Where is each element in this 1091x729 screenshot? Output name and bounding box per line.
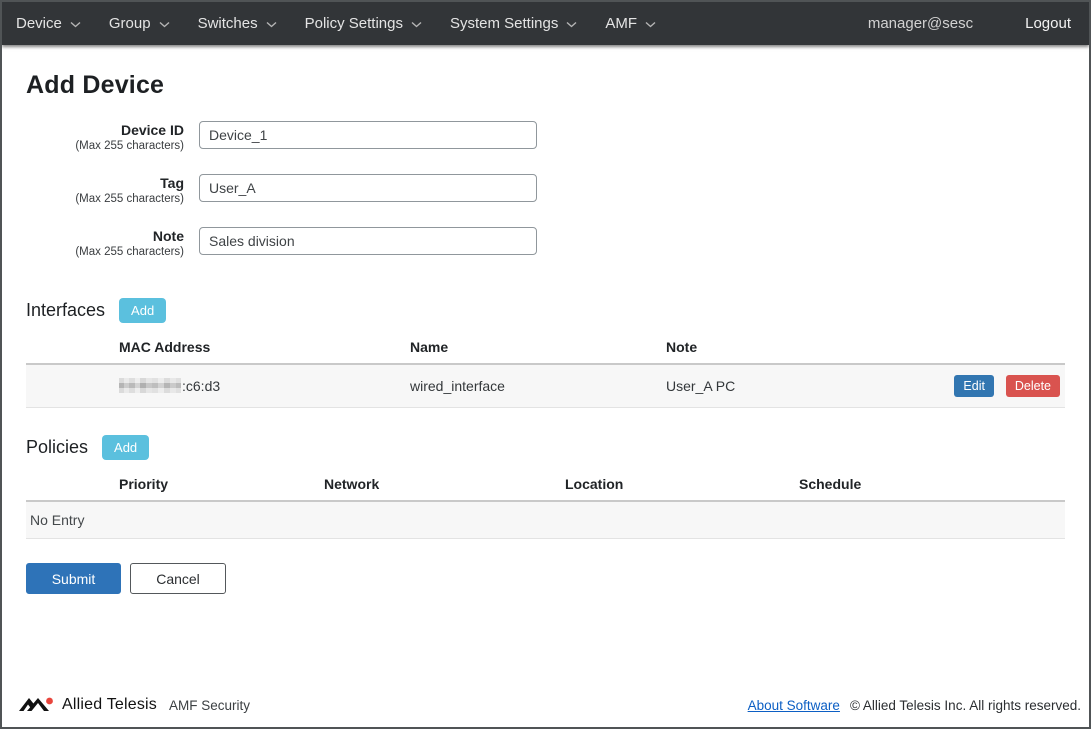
chevron-down-icon xyxy=(266,21,277,28)
allied-telesis-logo-icon xyxy=(18,695,54,715)
cancel-button[interactable]: Cancel xyxy=(130,563,226,594)
main-content: Add Device Device ID (Max 255 characters… xyxy=(2,45,1089,691)
nav-item-amf[interactable]: AMF xyxy=(591,2,670,45)
col-network: Network xyxy=(324,469,565,501)
device-id-field[interactable] xyxy=(199,121,537,149)
form-actions: Submit Cancel xyxy=(26,563,1065,594)
nav-item-label: Group xyxy=(109,15,151,32)
nav-item-label: AMF xyxy=(605,15,637,32)
mac-redacted-block xyxy=(119,378,181,393)
nav-item-label: Policy Settings xyxy=(305,15,403,32)
mac-suffix: :c6:d3 xyxy=(182,378,220,394)
col-note: Note xyxy=(666,332,919,364)
interface-delete-button[interactable]: Delete xyxy=(1006,375,1060,397)
col-name: Name xyxy=(410,332,666,364)
nav-menu: Device Group Switches Policy Settings Sy… xyxy=(2,2,670,45)
note-field[interactable] xyxy=(199,227,537,255)
interfaces-heading: Interfaces xyxy=(26,300,105,321)
interface-name-cell: wired_interface xyxy=(410,364,666,408)
footer-right: About Software © Allied Telesis Inc. All… xyxy=(748,698,1081,713)
nav-item-system-settings[interactable]: System Settings xyxy=(436,2,591,45)
interfaces-section-header: Interfaces Add xyxy=(26,298,1065,323)
nav-item-device[interactable]: Device xyxy=(16,2,95,45)
form-row-device-id: Device ID (Max 255 characters) xyxy=(26,121,1065,154)
chevron-down-icon xyxy=(70,21,81,28)
interface-edit-button[interactable]: Edit xyxy=(954,375,994,397)
policies-section-header: Policies Add xyxy=(26,435,1065,460)
policies-heading: Policies xyxy=(26,437,88,458)
interfaces-table: MAC Address Name Note :c6:d3 wired_inter… xyxy=(26,332,1065,408)
tag-field[interactable] xyxy=(199,174,537,202)
no-entry-text: No Entry xyxy=(26,501,1065,539)
top-navbar: Device Group Switches Policy Settings Sy… xyxy=(2,2,1089,45)
logged-in-user: manager@sesc xyxy=(868,15,973,32)
note-label: Note (Max 255 characters) xyxy=(26,227,184,260)
nav-item-switches[interactable]: Switches xyxy=(184,2,291,45)
policies-empty-row: No Entry xyxy=(26,501,1065,539)
product-name: AMF Security xyxy=(169,698,250,713)
interfaces-header-row: MAC Address Name Note xyxy=(26,332,1065,364)
copyright-text: © Allied Telesis Inc. All rights reserve… xyxy=(850,698,1081,713)
page-footer: Allied Telesis AMF Security About Softwa… xyxy=(2,691,1089,727)
brand-name: Allied Telesis xyxy=(62,696,157,714)
tag-label: Tag (Max 255 characters) xyxy=(26,174,184,207)
interface-actions-cell: Edit Delete xyxy=(919,364,1065,408)
chevron-down-icon xyxy=(159,21,170,28)
page-title: Add Device xyxy=(26,71,1065,100)
chevron-down-icon xyxy=(566,21,577,28)
policies-add-button[interactable]: Add xyxy=(102,435,149,460)
interface-mac-cell: :c6:d3 xyxy=(119,364,410,408)
nav-item-label: Switches xyxy=(198,15,258,32)
nav-right: manager@sesc Logout xyxy=(868,15,1089,32)
app-window: Device Group Switches Policy Settings Sy… xyxy=(0,0,1091,729)
about-software-link[interactable]: About Software xyxy=(748,698,840,713)
policies-header-row: Priority Network Location Schedule xyxy=(26,469,1065,501)
add-device-form: Device ID (Max 255 characters) Tag (Max … xyxy=(26,121,1065,260)
interface-table-row: :c6:d3 wired_interface User_A PC Edit De… xyxy=(26,364,1065,408)
form-row-tag: Tag (Max 255 characters) xyxy=(26,174,1065,207)
nav-item-policy-settings[interactable]: Policy Settings xyxy=(291,2,436,45)
policies-table: Priority Network Location Schedule No En… xyxy=(26,469,1065,539)
interfaces-add-button[interactable]: Add xyxy=(119,298,166,323)
footer-brand: Allied Telesis AMF Security xyxy=(18,695,250,715)
form-row-note: Note (Max 255 characters) xyxy=(26,227,1065,260)
col-mac-address: MAC Address xyxy=(119,332,410,364)
nav-item-label: Device xyxy=(16,15,62,32)
nav-item-label: System Settings xyxy=(450,15,558,32)
logout-button[interactable]: Logout xyxy=(1025,15,1071,32)
col-location: Location xyxy=(565,469,799,501)
device-id-label: Device ID (Max 255 characters) xyxy=(26,121,184,154)
submit-button[interactable]: Submit xyxy=(26,563,121,594)
col-priority: Priority xyxy=(119,469,324,501)
chevron-down-icon xyxy=(645,21,656,28)
interface-note-cell: User_A PC xyxy=(666,364,919,408)
chevron-down-icon xyxy=(411,21,422,28)
nav-item-group[interactable]: Group xyxy=(95,2,184,45)
col-schedule: Schedule xyxy=(799,469,1065,501)
